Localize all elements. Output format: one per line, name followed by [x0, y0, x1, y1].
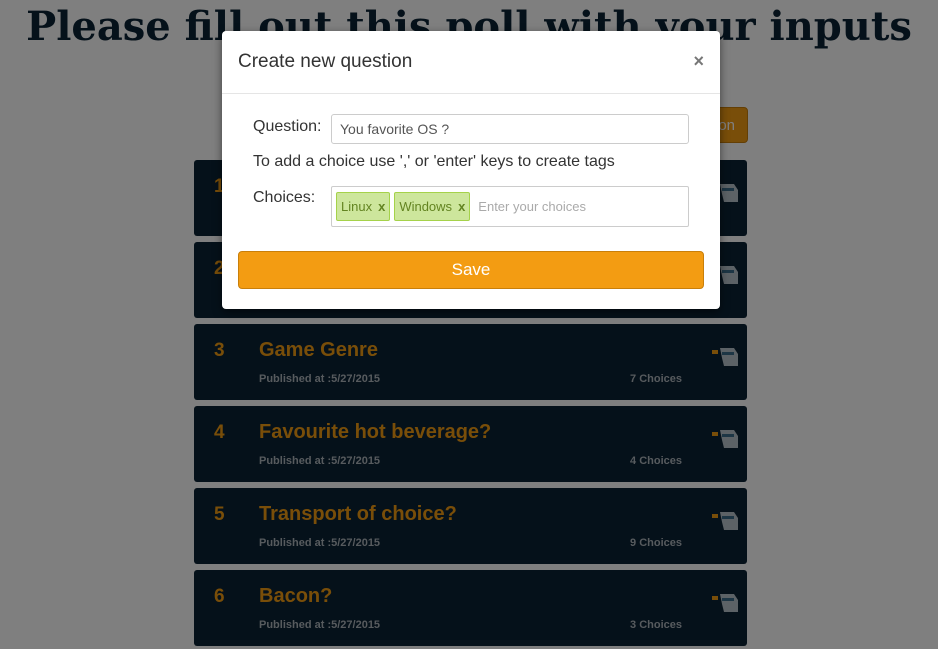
choice-tag: Linux x: [336, 192, 391, 221]
choice-tag-label: Linux: [341, 199, 373, 214]
remove-tag-icon[interactable]: x: [378, 199, 385, 214]
choice-tag: Windows x: [394, 192, 471, 221]
choices-tags-input[interactable]: Linux x Windows x: [331, 186, 689, 227]
remove-tag-icon[interactable]: x: [458, 199, 465, 214]
choices-entry-field[interactable]: [476, 198, 631, 215]
save-button[interactable]: Save: [238, 251, 704, 289]
question-label: Question:: [253, 118, 322, 135]
choices-hint: To add a choice use ',' or 'enter' keys …: [253, 153, 615, 170]
modal-header: Create new question ×: [222, 31, 720, 94]
create-question-modal: Create new question × Question: To add a…: [222, 31, 720, 309]
close-icon[interactable]: ×: [693, 51, 704, 71]
choice-tag-label: Windows: [399, 199, 453, 214]
question-input[interactable]: [331, 114, 689, 144]
modal-title: Create new question: [238, 51, 413, 72]
choices-label: Choices:: [253, 189, 316, 206]
